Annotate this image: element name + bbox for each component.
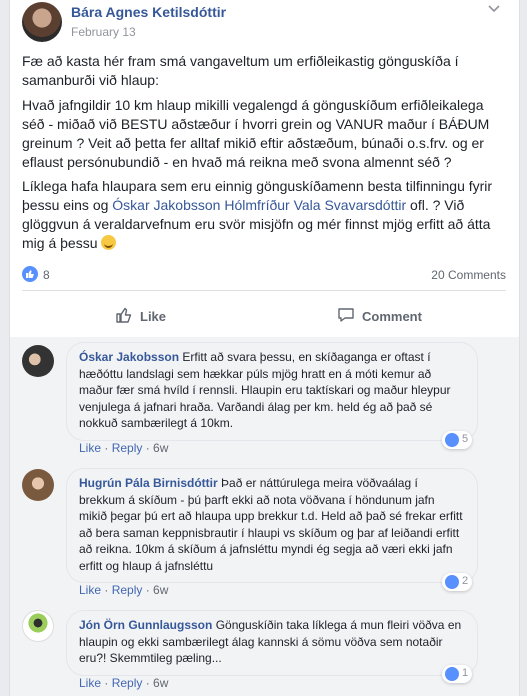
post-card: Bára Agnes Ketilsdóttir February 13 Fæ a… [9,0,520,696]
comment-like-number: 5 [462,433,469,445]
speech-bubble-icon [337,306,355,327]
comment-button-label: Comment [362,308,422,324]
post-date[interactable]: February 13 [71,25,136,39]
post-paragraph-1: Fæ að kasta hér fram smá vangaveltum um … [22,53,459,88]
comment-author-name[interactable]: Jón Örn Gunnlaugsson [79,618,212,632]
comment-like-link[interactable]: Like [79,676,101,690]
comment-avatar[interactable] [22,469,54,501]
comment-actions: Like · Reply · 6w [79,583,169,597]
comment-bubble: Jón Örn Gunnlaugsson Gönguskíðin taka lí… [66,610,478,676]
comment-like-link[interactable]: Like [79,583,101,597]
like-reaction-icon [445,433,459,447]
post-options-chevron-icon[interactable] [488,0,500,16]
comment-bubble: Óskar Jakobsson Erfitt að svara þessu, e… [66,342,478,441]
comment-time[interactable]: 6w [153,441,168,455]
comment-avatar[interactable] [22,610,54,642]
tagged-people-links[interactable]: Óskar Jakobsson Hólmfríður Vala Svavarsd… [112,197,406,213]
comment-reply-link[interactable]: Reply [112,676,143,690]
comment-reply-link[interactable]: Reply [112,583,143,597]
comment-like-count[interactable]: 2 [442,573,472,591]
divider [22,290,506,291]
comment-button[interactable]: Comment [337,303,422,329]
like-reaction-icon [445,575,459,589]
comment-actions: Like · Reply · 6w [79,676,169,690]
comment-count[interactable]: 20 Comments [431,268,506,282]
like-reaction-icon [445,667,459,681]
comment-author-name[interactable]: Hugrún Pála Birnisdóttir [79,476,218,490]
post-paragraph-3: Líklega hafa hlaupara sem eru einnig gön… [22,177,506,253]
post-author-name[interactable]: Bára Agnes Ketilsdóttir [71,4,226,20]
reactions-bar: 8 20 Comments [22,263,506,285]
comment-like-count[interactable]: 5 [442,431,472,449]
reaction-count[interactable]: 8 [43,268,50,282]
comment-time[interactable]: 6w [153,676,168,690]
smile-emoji-icon [101,235,117,250]
author-avatar[interactable] [22,2,62,42]
comments-section: Óskar Jakobsson Erfitt að svara þessu, e… [10,337,519,696]
like-button-label: Like [140,308,167,324]
comment-text: Það er náttúrulega meira vöðvaálag í bre… [79,476,463,573]
like-button[interactable]: Like [115,303,166,329]
comment-actions: Like · Reply · 6w [79,441,169,455]
comment-time[interactable]: 6w [153,583,168,597]
comment-like-number: 2 [462,575,469,587]
post-paragraph-2: Hvað jafngildir 10 km hlaup mikilli vega… [22,97,490,170]
thumbs-up-icon [115,306,133,327]
comment-like-count[interactable]: 1 [442,665,472,683]
comment-reply-link[interactable]: Reply [112,441,143,455]
comment-avatar[interactable] [22,345,54,377]
like-reaction-icon[interactable] [22,266,38,282]
comment-author-name[interactable]: Óskar Jakobsson [79,350,179,364]
comment-bubble: Hugrún Pála Birnisdóttir Það er náttúrul… [66,468,478,583]
comment-like-link[interactable]: Like [79,441,101,455]
comment-like-number: 1 [462,667,469,679]
